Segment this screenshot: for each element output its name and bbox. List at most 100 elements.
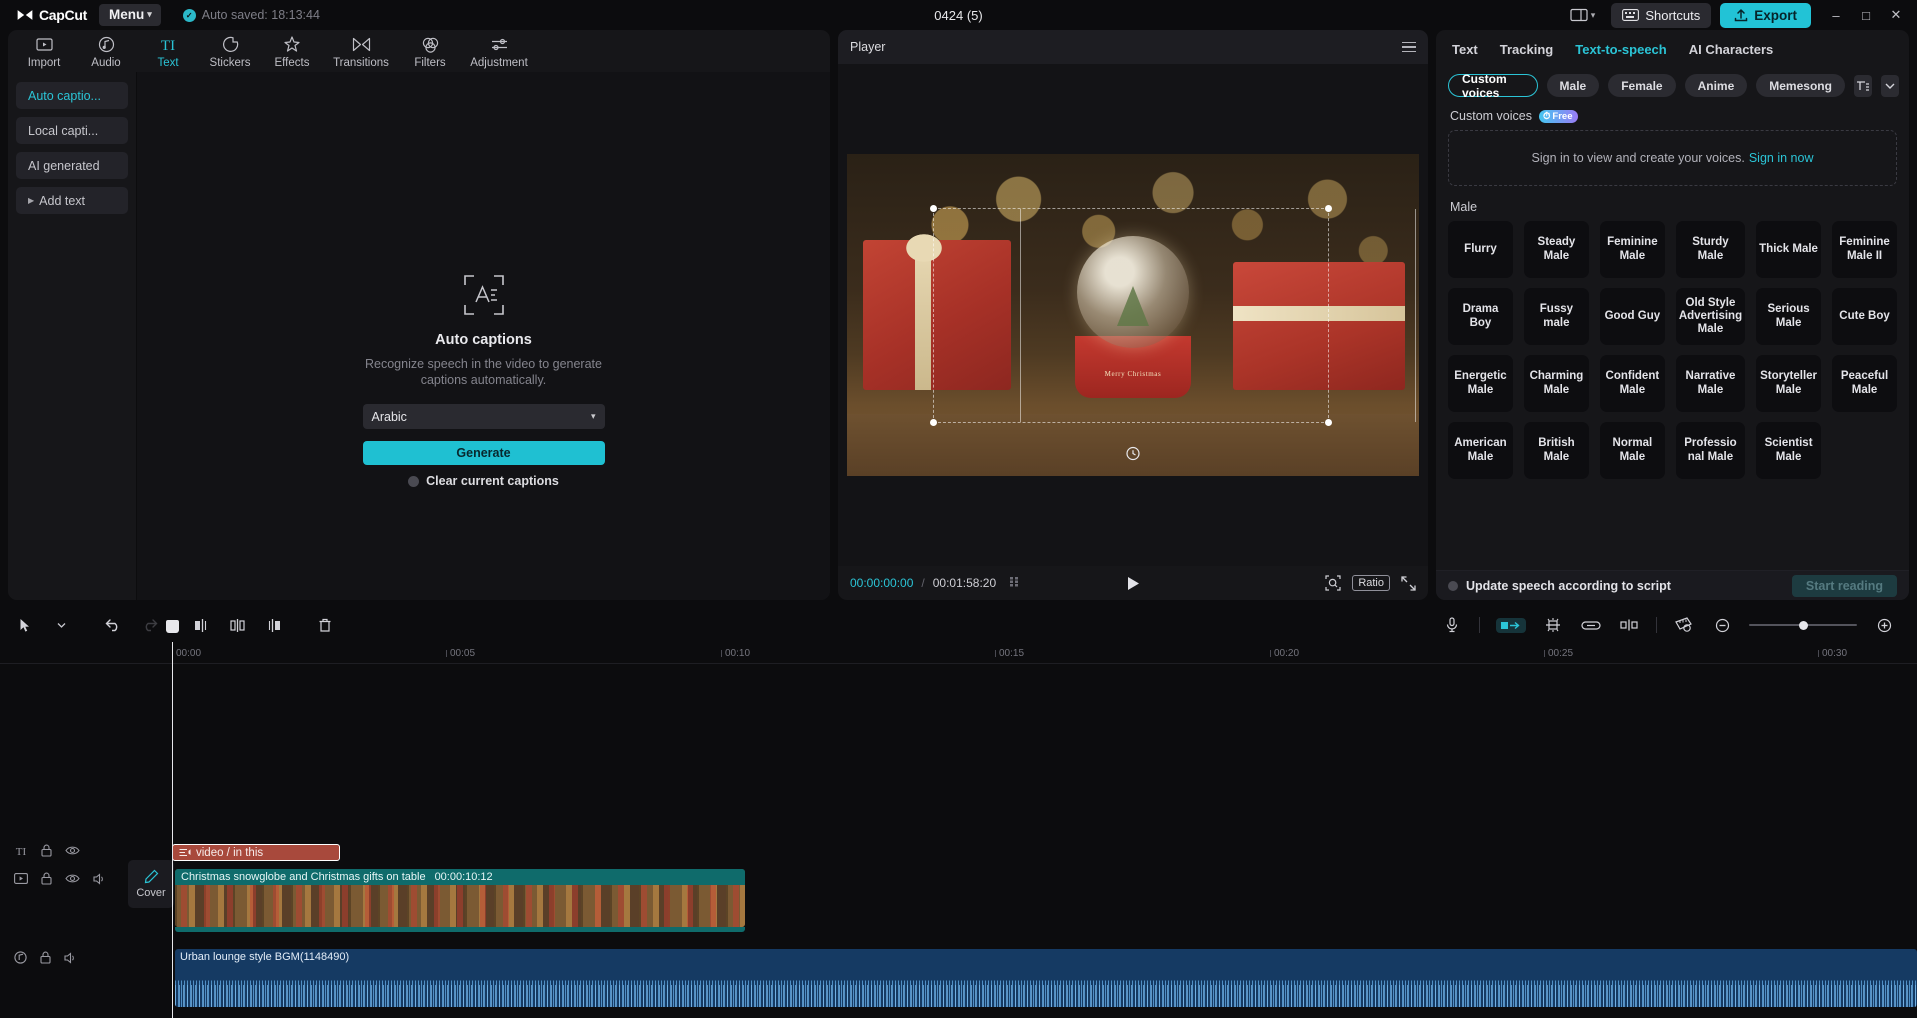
voice-item[interactable]: American Male <box>1448 422 1513 479</box>
video-canvas[interactable]: Merry Christmas <box>847 154 1419 476</box>
voice-item[interactable]: Confident Male <box>1599 355 1665 412</box>
resize-handle-tl[interactable] <box>930 205 937 212</box>
chevron-down-icon[interactable] <box>50 614 72 636</box>
eye-icon[interactable] <box>65 845 80 856</box>
voice-item[interactable]: British Male <box>1523 422 1589 479</box>
voice-item[interactable]: Feminine Male <box>1599 221 1665 278</box>
ratio-button[interactable]: Ratio <box>1352 575 1390 591</box>
chevron-down-icon[interactable] <box>1880 74 1899 97</box>
voice-item[interactable]: Sturdy Male <box>1675 221 1746 278</box>
chip-custom-voices[interactable]: Custom voices <box>1448 72 1538 100</box>
maximize-button[interactable]: □ <box>1851 1 1881 29</box>
hamburger-icon[interactable] <box>1402 41 1416 53</box>
voice-item[interactable]: Thick Male <box>1756 221 1822 278</box>
split-left-icon[interactable] <box>190 614 212 636</box>
shortcuts-button[interactable]: Shortcuts <box>1611 2 1712 28</box>
ruler-icon[interactable] <box>1673 614 1695 636</box>
playhead[interactable] <box>166 620 179 1018</box>
video-clip[interactable]: Christmas snowglobe and Christmas gifts … <box>175 869 745 927</box>
split-icon[interactable] <box>226 614 248 636</box>
chip-female[interactable]: Female <box>1608 74 1676 97</box>
lock-icon[interactable] <box>40 951 51 964</box>
voice-item[interactable]: Feminine Male II <box>1832 221 1897 278</box>
cover-button[interactable]: Cover <box>128 860 174 908</box>
volume-icon[interactable] <box>64 951 78 964</box>
signin-link[interactable]: Sign in now <box>1749 151 1814 165</box>
timeline-ruler[interactable]: 00:00 00:05 00:10 00:15 00:20 00:25 00:3… <box>0 642 1917 664</box>
magnifier-icon[interactable] <box>1325 575 1341 591</box>
voice-item[interactable]: Steady Male <box>1523 221 1589 278</box>
voice-item[interactable]: Cute Boy <box>1832 288 1897 345</box>
zoom-out-icon[interactable] <box>1711 614 1733 636</box>
selection-box[interactable] <box>930 205 1416 426</box>
voice-item[interactable]: Good Guy <box>1599 288 1665 345</box>
layout-switch-button[interactable]: ▾ <box>1563 4 1603 26</box>
playhead-handle[interactable] <box>166 620 179 633</box>
delete-icon[interactable] <box>314 614 336 636</box>
eye-icon[interactable] <box>65 873 80 884</box>
voice-item[interactable]: Storyteller Male <box>1756 355 1822 412</box>
nav-tab-adjustment[interactable]: Adjustment <box>462 30 536 69</box>
tab-ai-characters[interactable]: AI Characters <box>1689 42 1774 57</box>
start-reading-button[interactable]: Start reading <box>1791 574 1897 597</box>
voice-item[interactable]: Serious Male <box>1756 288 1822 345</box>
voice-item[interactable]: Normal Male <box>1599 422 1665 479</box>
resize-handle-tr[interactable] <box>1325 205 1332 212</box>
voice-item[interactable]: Old Style Advertising Male <box>1675 288 1746 345</box>
redo-icon[interactable] <box>138 614 160 636</box>
tab-text-to-speech[interactable]: Text-to-speech <box>1575 42 1667 57</box>
voice-item[interactable]: Flurry <box>1448 221 1513 278</box>
nav-tab-transitions[interactable]: Transitions <box>324 30 398 69</box>
chip-male[interactable]: Male <box>1546 74 1600 97</box>
update-speech-checkbox[interactable] <box>1448 580 1458 591</box>
cursor-select-icon[interactable] <box>14 614 36 636</box>
nav-tab-audio[interactable]: Audio <box>76 30 136 69</box>
fullscreen-icon[interactable] <box>1401 575 1416 591</box>
mix-icon[interactable] <box>1542 614 1564 636</box>
generate-button[interactable]: Generate <box>362 441 605 466</box>
zoom-slider-knob[interactable] <box>1798 620 1808 630</box>
voice-item[interactable]: Fussy male <box>1523 288 1589 345</box>
voice-item[interactable]: Scientist Male <box>1756 422 1822 479</box>
play-button[interactable] <box>1126 576 1140 591</box>
subnav-item-ai-generated[interactable]: AI generated <box>16 152 128 179</box>
nav-tab-filters[interactable]: Filters <box>400 30 460 69</box>
lock-icon[interactable] <box>41 872 52 885</box>
voice-item[interactable]: Professio nal Male <box>1675 422 1746 479</box>
minimize-button[interactable]: – <box>1821 1 1851 29</box>
language-select[interactable]: Arabic ▾ <box>362 404 605 430</box>
menu-button[interactable]: Menu ▾ <box>98 4 161 26</box>
clear-captions-checkbox[interactable] <box>408 475 420 487</box>
chip-memesong[interactable]: Memesong <box>1756 74 1845 97</box>
subnav-item-local-captions[interactable]: Local capti... <box>16 117 128 144</box>
tab-text[interactable]: Text <box>1452 42 1478 57</box>
nav-tab-effects[interactable]: Effects <box>262 30 322 69</box>
link-icon[interactable] <box>1580 614 1602 636</box>
split-right-icon[interactable] <box>262 614 284 636</box>
tab-tracking[interactable]: Tracking <box>1500 42 1553 57</box>
zoom-in-icon[interactable] <box>1873 614 1895 636</box>
rotate-handle[interactable] <box>1126 446 1141 461</box>
frames-icon[interactable] <box>1010 577 1026 589</box>
nav-tab-import[interactable]: Import <box>14 30 74 69</box>
resize-handle-bl[interactable] <box>930 419 937 426</box>
volume-icon[interactable] <box>93 872 107 885</box>
text-clip[interactable]: video / in this <box>172 844 340 861</box>
subnav-item-auto-captions[interactable]: Auto captio... <box>16 82 128 109</box>
voice-item[interactable]: Narrative Male <box>1675 355 1746 412</box>
nav-tab-text[interactable]: TI Text <box>138 30 198 69</box>
cut-gap-icon[interactable] <box>1618 614 1640 636</box>
undo-icon[interactable] <box>102 614 124 636</box>
export-button[interactable]: Export <box>1720 2 1811 28</box>
filter-sort-icon[interactable] <box>1853 74 1872 97</box>
close-button[interactable]: ✕ <box>1881 1 1911 29</box>
voice-item[interactable]: Drama Boy <box>1448 288 1513 345</box>
subnav-item-add-text[interactable]: ▶ Add text <box>16 187 128 214</box>
resize-handle-br[interactable] <box>1325 419 1332 426</box>
clear-captions-row[interactable]: Clear current captions <box>408 474 559 488</box>
voice-item[interactable]: Charming Male <box>1523 355 1589 412</box>
microphone-icon[interactable] <box>1441 614 1463 636</box>
audio-clip[interactable]: Urban lounge style BGM(1148490) <box>175 949 1917 1007</box>
voice-item[interactable]: Peaceful Male <box>1832 355 1897 412</box>
voice-item[interactable]: Energetic Male <box>1448 355 1513 412</box>
